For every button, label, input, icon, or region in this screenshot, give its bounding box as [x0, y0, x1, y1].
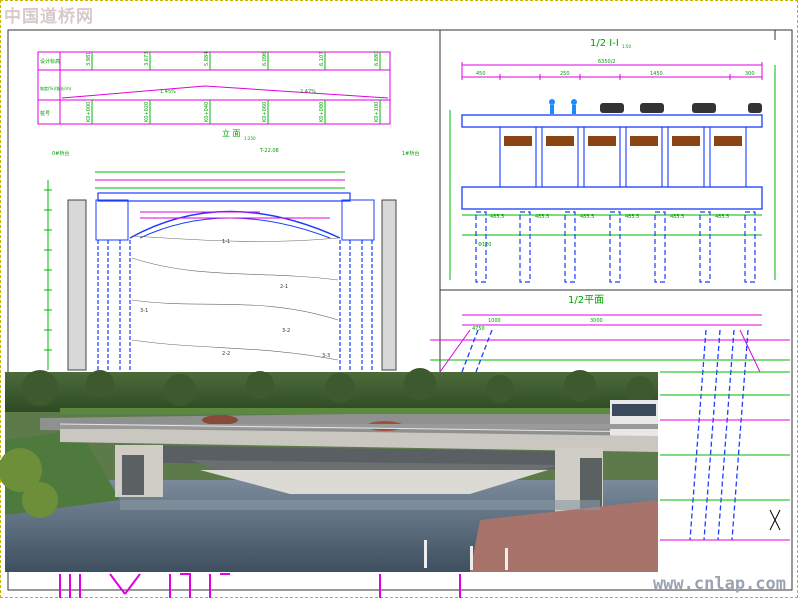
soil-layer-5: 3-2	[282, 328, 290, 334]
table-row-label-2: 坡度(%)/坡长(m)	[40, 85, 72, 91]
right-pier-label: 1#桥台	[402, 150, 419, 157]
table-station-3: K0+040	[204, 102, 210, 122]
table-elev-6: 6.880	[374, 52, 380, 66]
cross-section-drawing	[449, 62, 776, 283]
table-station-1: K0+000	[86, 102, 92, 122]
table-station-5: K0+080	[319, 102, 325, 122]
cross-seg-3: 1450	[650, 71, 663, 77]
pile-spacing-4: 485.5	[625, 214, 639, 220]
bottom-fragments	[59, 573, 461, 598]
cross-seg-1: 450	[476, 71, 486, 77]
left-pier-label: 0#桥台	[52, 150, 69, 157]
cross-section-scale: 1:50	[622, 44, 631, 49]
soil-layer-3: 2-2	[222, 351, 230, 357]
watermark-bottom: www.cnlap.com	[652, 574, 786, 594]
soil-layer-4: 3-1	[140, 308, 148, 314]
pile-spacing-1: 485.5	[490, 214, 504, 220]
table-station-4: K0+060	[262, 102, 268, 122]
cross-total-width: 6350/2	[598, 59, 616, 65]
drawing-sheet: 设计标高 坡度(%)/坡长(m) 桩号 3.981 3.673 5.884 6.…	[0, 0, 800, 600]
table-elev-3: 5.884	[204, 52, 210, 66]
plan-dim-1: 4750	[472, 326, 485, 332]
table-grade-right: 2.47%	[300, 89, 316, 95]
table-elev-2: 3.673	[144, 52, 150, 66]
table-grade-left: 1.45%	[160, 89, 176, 95]
plan-title: 1/2平面	[568, 295, 604, 306]
pile-diameter: Φ120	[478, 242, 491, 248]
table-elev-5: 6.107	[319, 52, 325, 66]
span-label: T-22.08	[259, 148, 279, 154]
table-station-2: K0+020	[144, 102, 150, 122]
table-elev-1: 3.981	[86, 52, 92, 66]
plan-dim-3: 3000	[590, 318, 603, 324]
soil-layer-2: 2-1	[280, 284, 288, 290]
soil-layer-1: 1-1	[222, 239, 230, 245]
pile-spacing-5: 485.5	[670, 214, 684, 220]
watermark-top: 中国道桥网	[4, 7, 94, 27]
table-station-6: K0+100	[374, 102, 380, 122]
cross-seg-4: 300	[745, 71, 755, 77]
elevation-title: 立 面	[222, 128, 241, 138]
table-elev-4: 6.096	[262, 52, 268, 66]
drawing-svg: 设计标高 坡度(%)/坡长(m) 桩号 3.981 3.673 5.884 6.…	[0, 29, 793, 598]
bridge-rendering-photo	[0, 368, 659, 572]
elevation-drawing	[44, 171, 397, 371]
table-row-label-3: 桩号	[40, 110, 50, 117]
pile-spacing-3: 485.5	[580, 214, 594, 220]
cross-seg-2: 250	[560, 71, 570, 77]
cross-section-title: 1/2 I-I	[590, 38, 619, 49]
table-row-label-1: 设计标高	[40, 58, 60, 65]
elevation-scale: 1:250	[244, 136, 256, 141]
plan-dim-2: 1000	[488, 318, 501, 324]
pile-spacing-2: 485.5	[535, 214, 549, 220]
soil-layer-6: 3-3	[322, 353, 330, 359]
pile-spacing-6: 485.5	[715, 214, 729, 220]
